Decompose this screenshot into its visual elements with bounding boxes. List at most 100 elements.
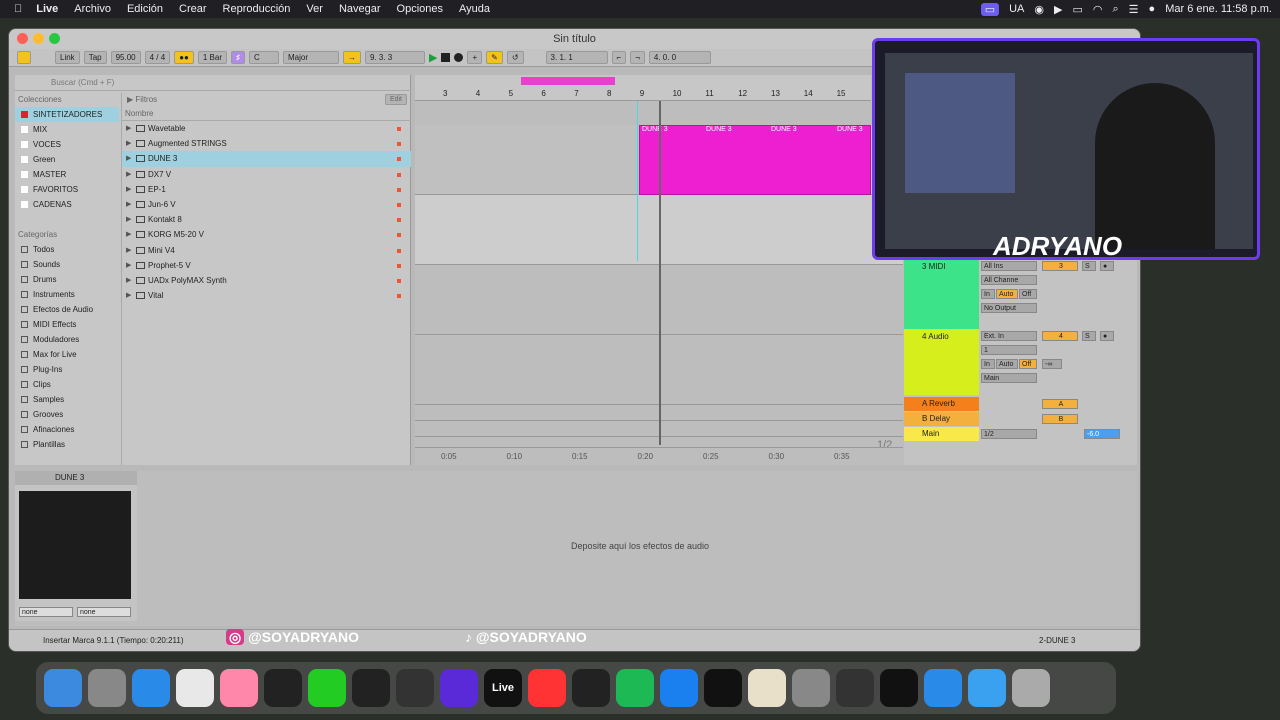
input-channel-3[interactable]: All Channe bbox=[981, 275, 1037, 285]
return-a-name[interactable]: A Reverb bbox=[922, 399, 955, 408]
input-type-3[interactable]: All Ins bbox=[981, 261, 1037, 271]
browser-item[interactable]: ▶ Prophet-5 V bbox=[122, 258, 411, 273]
accessibility-icon[interactable]: ◉ bbox=[1034, 3, 1044, 16]
dock-serato-icon[interactable] bbox=[396, 669, 434, 707]
dock-chrome-icon[interactable] bbox=[176, 669, 214, 707]
solo-button-4[interactable]: S bbox=[1082, 331, 1096, 341]
browser-item[interactable]: ▶ Mini V4 bbox=[122, 243, 411, 258]
send-a-4[interactable]: -∞ bbox=[1042, 359, 1062, 369]
track-name-3-midi[interactable]: 3 MIDI bbox=[922, 262, 946, 271]
loop-icon[interactable]: ↺ bbox=[506, 51, 524, 64]
arm-button-3[interactable]: ● bbox=[1100, 261, 1114, 271]
siri-icon[interactable]: ● bbox=[1149, 3, 1156, 15]
input-language[interactable]: UA bbox=[1009, 3, 1024, 15]
browser-item[interactable]: ▶ Vital bbox=[122, 288, 411, 303]
return-a-activator[interactable]: A bbox=[1042, 399, 1078, 409]
track-header-4-audio[interactable]: 4 Audio bbox=[904, 329, 979, 395]
return-b-activator[interactable]: B bbox=[1042, 414, 1078, 424]
automation-arm-icon[interactable]: ✎ bbox=[486, 51, 503, 64]
view-toggle-icon[interactable] bbox=[17, 51, 31, 64]
output-3[interactable]: No Output bbox=[981, 303, 1037, 313]
monitor-off-4[interactable]: Off bbox=[1019, 359, 1037, 369]
input-type-4[interactable]: Ext. In bbox=[981, 331, 1037, 341]
browser-item[interactable]: ▶ Wavetable bbox=[122, 121, 411, 136]
key-select[interactable]: C bbox=[249, 51, 279, 64]
browser-item[interactable]: ▶ KORG M5-20 V bbox=[122, 227, 411, 242]
dock-spotify-icon[interactable] bbox=[616, 669, 654, 707]
stop-button[interactable] bbox=[441, 53, 451, 62]
menu-ver[interactable]: Ver bbox=[306, 3, 323, 15]
selected-track-name[interactable]: 2-DUNE 3 bbox=[1039, 636, 1075, 645]
midi-clip[interactable]: DUNE 3 DUNE 3 DUNE 3 DUNE 3 bbox=[639, 125, 871, 195]
expand-icon[interactable]: ▶ bbox=[126, 273, 131, 288]
quantize-select[interactable]: 1 Bar bbox=[197, 51, 227, 64]
expand-icon[interactable]: ▶ bbox=[126, 182, 131, 197]
search-input[interactable]: Buscar (Cmd + F) bbox=[15, 75, 411, 91]
expand-icon[interactable]: ▶ bbox=[126, 136, 131, 151]
category-item[interactable]: Moduladores bbox=[15, 332, 119, 347]
expand-icon[interactable]: ▶ bbox=[126, 288, 131, 303]
main-name[interactable]: Main bbox=[922, 429, 939, 438]
punch-out-icon[interactable]: ¬ bbox=[630, 51, 645, 64]
category-item[interactable]: Drums bbox=[15, 272, 119, 287]
edit-button[interactable]: Edit bbox=[384, 94, 407, 105]
link-button[interactable]: Link bbox=[55, 51, 80, 64]
category-item[interactable]: Samples bbox=[15, 392, 119, 407]
browser-item[interactable]: ▶ DUNE 3 bbox=[122, 151, 411, 167]
monitor-auto-3[interactable]: Auto bbox=[996, 289, 1018, 299]
add-icon[interactable]: + bbox=[467, 51, 483, 64]
browser-item[interactable]: ▶ EP-1 bbox=[122, 182, 411, 197]
dock-trash-icon[interactable] bbox=[1012, 669, 1050, 707]
menu-reproduccion[interactable]: Reproducción bbox=[223, 3, 291, 15]
punch-in-icon[interactable]: ⌐ bbox=[611, 51, 627, 64]
expand-icon[interactable]: ▶ bbox=[126, 121, 131, 136]
monitor-auto-4[interactable]: Auto bbox=[996, 359, 1018, 369]
loop-brace[interactable] bbox=[521, 77, 615, 85]
return-b-header[interactable]: B Delay bbox=[904, 412, 979, 426]
time-ruler[interactable]: 0:05 0:10 0:15 0:20 0:25 0:30 0:35 bbox=[415, 447, 903, 465]
expand-icon[interactable]: ▶ bbox=[126, 212, 131, 227]
expand-icon[interactable]: ▶ bbox=[126, 167, 131, 182]
collection-item[interactable]: FAVORITOS bbox=[15, 182, 119, 197]
arm-button-4[interactable]: ● bbox=[1100, 331, 1114, 341]
collection-item[interactable]: VOCES bbox=[15, 137, 119, 152]
apple-icon[interactable]:  bbox=[14, 3, 22, 15]
main-volume[interactable]: -6.0 bbox=[1084, 429, 1120, 439]
category-item[interactable]: Max for Live bbox=[15, 347, 119, 362]
track-name-4-audio[interactable]: 4 Audio bbox=[922, 332, 949, 341]
monitor-off-3[interactable]: Off bbox=[1019, 289, 1037, 299]
menu-ayuda[interactable]: Ayuda bbox=[459, 3, 490, 15]
menu-opciones[interactable]: Opciones bbox=[397, 3, 443, 15]
dock-app-store-icon[interactable] bbox=[660, 669, 698, 707]
dock-logic-icon[interactable] bbox=[264, 669, 302, 707]
category-item[interactable]: Sounds bbox=[15, 257, 119, 272]
metronome-button[interactable]: ●● bbox=[174, 51, 194, 64]
category-item[interactable]: Instruments bbox=[15, 287, 119, 302]
wifi-icon[interactable]: ◠ bbox=[1093, 3, 1103, 16]
browser-item[interactable]: ▶ DX7 V bbox=[122, 167, 411, 182]
macro-select-1[interactable]: none bbox=[19, 607, 73, 617]
zoom-icon[interactable] bbox=[49, 33, 60, 44]
close-icon[interactable] bbox=[17, 33, 28, 44]
category-item[interactable]: Todos bbox=[15, 242, 119, 257]
collection-item[interactable]: MASTER bbox=[15, 167, 119, 182]
dock-facetime-icon[interactable] bbox=[308, 669, 346, 707]
category-item[interactable]: Efectos de Audio bbox=[15, 302, 119, 317]
play-button[interactable]: ▶ bbox=[429, 51, 437, 64]
screen-share-icon[interactable]: ▭ bbox=[980, 2, 1000, 16]
browser-item[interactable]: ▶ Augmented STRINGS bbox=[122, 136, 411, 151]
macro-select-2[interactable]: none bbox=[77, 607, 131, 617]
category-item[interactable]: MIDI Effects bbox=[15, 317, 119, 332]
expand-icon[interactable]: ▶ bbox=[126, 243, 131, 258]
menu-archivo[interactable]: Archivo bbox=[74, 3, 111, 15]
menu-crear[interactable]: Crear bbox=[179, 3, 207, 15]
dock-music-icon[interactable] bbox=[528, 669, 566, 707]
dock-ableton-icon[interactable] bbox=[440, 669, 478, 707]
expand-icon[interactable]: ▶ bbox=[126, 258, 131, 273]
browser-item[interactable]: ▶ Kontakt 8 bbox=[122, 212, 411, 227]
output-4[interactable]: Main bbox=[981, 373, 1037, 383]
dock-tv-icon[interactable] bbox=[704, 669, 742, 707]
main-output[interactable]: 1/2 bbox=[981, 429, 1037, 439]
browser-item[interactable]: ▶ UADx PolyMAX Synth bbox=[122, 273, 411, 288]
category-item[interactable]: Afinaciones bbox=[15, 422, 119, 437]
